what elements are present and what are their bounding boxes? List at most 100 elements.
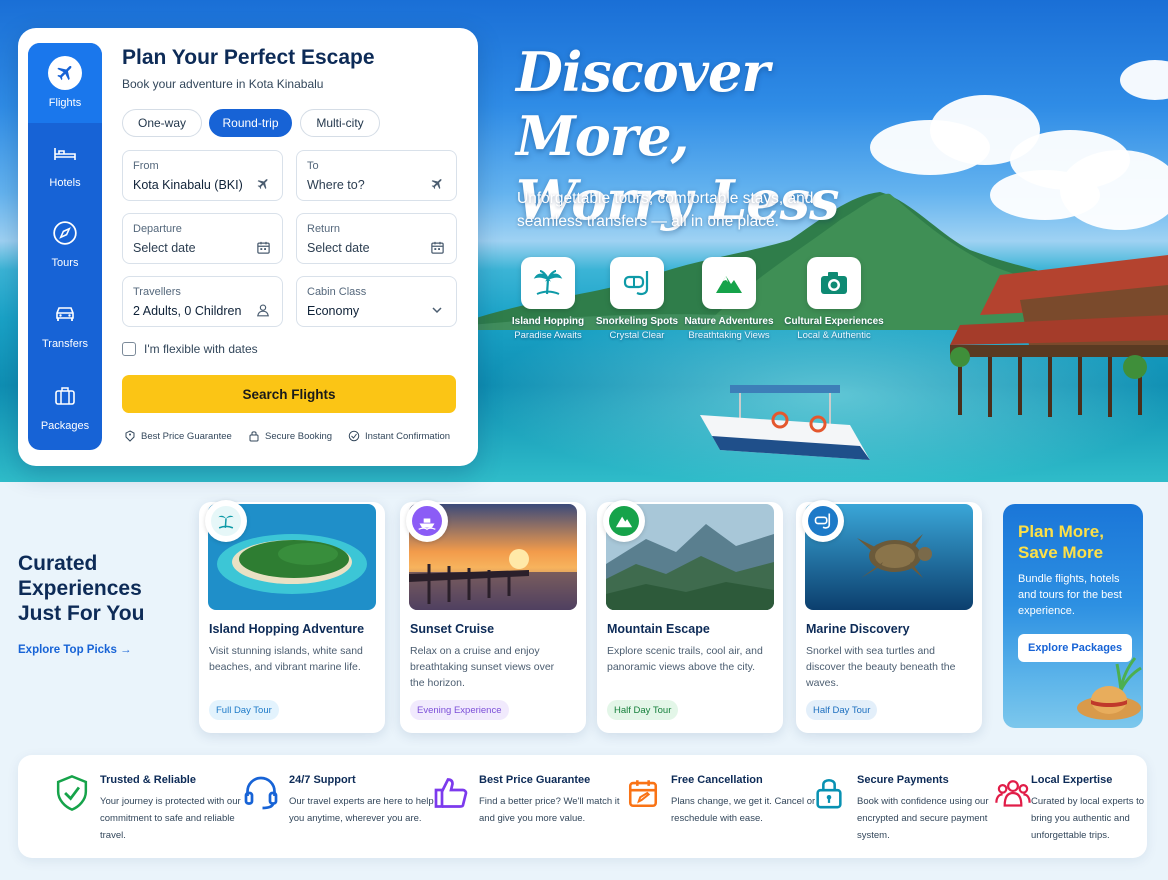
return-field[interactable]: Return Select date — [296, 213, 457, 264]
tour-card-marine-discovery[interactable]: Marine Discovery Snorkel with sea turtle… — [796, 500, 982, 733]
sun-hat-illustration — [1077, 657, 1142, 720]
tab-label: Packages — [40, 420, 90, 432]
chevron-down-icon — [432, 307, 442, 314]
trip-one-way[interactable]: One-way — [122, 109, 202, 137]
flexible-dates-checkbox[interactable] — [122, 342, 136, 356]
assurance-item: Instant Confirmation — [348, 430, 450, 442]
tab-label: Tours — [51, 257, 79, 269]
flexible-dates-label: I'm flexible with dates — [144, 342, 258, 356]
tab-label: Flights — [48, 97, 82, 109]
feature-nature[interactable]: Nature Adventures Breathtaking Views — [674, 257, 784, 341]
tab-transfers[interactable]: Transfers — [28, 284, 102, 364]
trust-title: Secure Payments — [857, 774, 949, 786]
tour-description: Explore scenic trails, cool air, and pan… — [607, 645, 763, 673]
return-placeholder: Select date — [307, 241, 370, 255]
calendar-icon — [430, 241, 444, 254]
field-label: To — [307, 160, 319, 172]
palm-tree-icon — [218, 515, 234, 529]
trust-item-trusted: Trusted & Reliable Your journey is prote… — [52, 755, 241, 858]
explore-top-picks-link[interactable]: Explore Top Picks → — [18, 644, 132, 656]
trust-item-local-expertise: Local Expertise Curated by local experts… — [993, 755, 1145, 858]
tour-card-island-hopping[interactable]: Island Hopping Adventure Visit stunning … — [199, 500, 385, 733]
tag-icon — [125, 430, 135, 442]
from-value: Kota Kinabalu (BKI) — [133, 178, 243, 192]
field-label: From — [133, 160, 159, 172]
calendar-icon — [256, 241, 270, 254]
booking-sidebar: Flights Hotels Tours Transfers Packages — [28, 43, 102, 450]
booking-subtitle: Book your adventure in Kota Kinabalu — [122, 77, 324, 91]
promo-description: Bundle flights, hotels and tours for the… — [1018, 573, 1122, 617]
tour-title: Mountain Escape — [607, 622, 710, 636]
from-field[interactable]: From Kota Kinabalu (BKI) — [122, 150, 283, 201]
palm-tree-icon — [533, 270, 563, 295]
boat-illustration — [700, 385, 870, 460]
feature-subtitle: Local & Authentic — [797, 330, 871, 341]
travellers-field[interactable]: Travellers 2 Adults, 0 Children — [122, 276, 283, 327]
assurance-label: Secure Booking — [265, 430, 333, 442]
tour-card-mountain-escape[interactable]: Mountain Escape Explore scenic trails, c… — [597, 500, 783, 733]
trust-title: Free Cancellation — [671, 774, 763, 786]
booking-card: Flights Hotels Tours Transfers Packages … — [18, 28, 478, 466]
tour-title: Sunset Cruise — [410, 622, 495, 636]
tab-flights[interactable]: Flights — [28, 43, 102, 123]
trust-title: 24/7 Support — [289, 774, 356, 786]
tour-title: Island Hopping Adventure — [209, 622, 365, 636]
suitcase-icon — [55, 387, 75, 405]
search-flights-button[interactable]: Search Flights — [122, 375, 456, 413]
plane-icon — [57, 66, 72, 81]
tour-card-sunset-cruise[interactable]: Sunset Cruise Relax on a cruise and enjo… — [400, 500, 586, 733]
promo-packages-card: Plan More, Save More Bundle flights, hot… — [1003, 504, 1143, 728]
stilt-house-illustration — [950, 255, 1168, 417]
departure-field[interactable]: Departure Select date — [122, 213, 283, 264]
field-label: Return — [307, 223, 341, 235]
tab-packages[interactable]: Packages — [28, 366, 102, 446]
tour-title: Marine Discovery — [806, 622, 910, 636]
feature-title: Cultural Experiences — [784, 316, 884, 327]
trip-round-trip[interactable]: Round-trip — [209, 109, 292, 137]
tour-description: Visit stunning islands, white sand beach… — [209, 645, 363, 673]
trust-description: Plans change, we get it. Cancel or resch… — [671, 796, 816, 824]
plane-icon — [257, 179, 268, 189]
feature-title: Nature Adventures — [684, 316, 774, 327]
to-field[interactable]: To Where to? — [296, 150, 457, 201]
lock-icon — [249, 431, 259, 442]
cabin-class-select[interactable]: Cabin Class Economy — [296, 276, 457, 327]
headset-icon — [244, 776, 278, 810]
assurance-label: Best Price Guarantee — [141, 430, 232, 442]
trust-title: Best Price Guarantee — [479, 774, 591, 786]
flexible-dates-row[interactable]: I'm flexible with dates — [122, 342, 258, 356]
field-label: Cabin Class — [307, 286, 367, 298]
trust-description: Curated by local experts to bring you au… — [1031, 796, 1145, 841]
cabin-value: Economy — [307, 304, 360, 318]
hero-subtitle: Unforgettable tours, comfortable stays, … — [517, 190, 814, 230]
trust-title: Local Expertise — [1031, 774, 1113, 786]
tab-hotels[interactable]: Hotels — [28, 123, 102, 203]
trust-description: Your journey is protected with our commi… — [100, 796, 241, 841]
field-label: Travellers — [133, 286, 181, 298]
tab-tours[interactable]: Tours — [28, 203, 102, 283]
snorkel-mask-icon — [623, 271, 649, 296]
calendar-edit-icon — [628, 780, 658, 808]
tour-tag: Evening Experience — [410, 700, 509, 720]
assurance-label: Instant Confirmation — [365, 430, 451, 442]
trust-item-secure-payments: Secure Payments Book with confidence usi… — [809, 755, 989, 858]
shield-check-icon — [56, 775, 88, 811]
trust-description: Book with confidence using our encrypted… — [857, 796, 989, 841]
feature-cultural[interactable]: Cultural Experiences Local & Authentic — [779, 257, 889, 341]
booking-title: Plan Your Perfect Escape — [122, 46, 375, 69]
plane-icon — [431, 179, 442, 189]
curated-title: Curated Experiences Just For You — [18, 552, 145, 625]
tour-description: Relax on a cruise and enjoy breathtaking… — [410, 645, 555, 689]
trust-item-support: 24/7 Support Our travel experts are here… — [241, 755, 434, 858]
person-icon — [257, 304, 269, 317]
ship-icon — [418, 518, 436, 531]
check-circle-icon — [348, 430, 360, 442]
trip-multi-city[interactable]: Multi-city — [300, 109, 380, 137]
trust-item-cancellation: Free Cancellation Plans change, we get i… — [623, 755, 815, 858]
assurance-item: Best Price Guarantee — [124, 430, 232, 442]
field-label: Departure — [133, 223, 182, 235]
trust-description: Find a better price? We'll match it and … — [479, 796, 620, 824]
departure-placeholder: Select date — [133, 241, 196, 255]
car-icon — [56, 307, 74, 321]
snorkel-mask-icon — [814, 513, 831, 529]
